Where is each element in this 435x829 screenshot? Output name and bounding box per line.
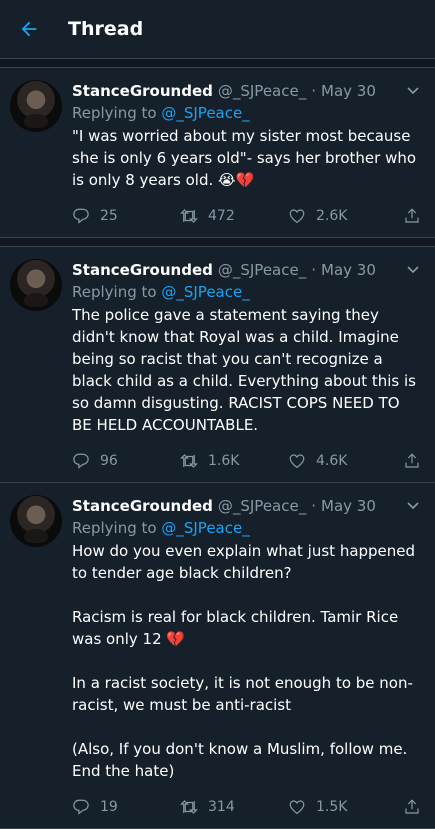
tweet[interactable]: StanceGrounded @_SJPeace_ · May 30 Reply… <box>0 483 435 829</box>
tweet-header: StanceGrounded @_SJPeace_ · May 30 <box>72 259 421 281</box>
reply-handle-link[interactable]: @_SJPeace_ <box>161 104 249 122</box>
reply-icon <box>73 799 89 815</box>
like-icon <box>289 454 305 469</box>
reply-prefix: Replying to <box>72 104 157 122</box>
thread-gap <box>0 238 435 247</box>
tweet-date[interactable]: May 30 <box>321 80 376 102</box>
author-name[interactable]: StanceGrounded <box>72 80 213 102</box>
like-icon <box>289 209 305 224</box>
avatar[interactable] <box>10 259 62 311</box>
like-count: 1.5K <box>316 799 348 815</box>
like-button[interactable]: 1.5K <box>288 798 396 816</box>
retweet-button[interactable]: 472 <box>180 207 288 225</box>
share-button[interactable] <box>401 452 421 470</box>
retweet-count: 314 <box>208 799 235 815</box>
caret-down-icon[interactable] <box>405 261 421 277</box>
tweet[interactable]: StanceGrounded @_SJPeace_ · May 30 Reply… <box>0 68 435 238</box>
reply-context: Replying to @_SJPeace_ <box>72 281 421 303</box>
tweet-date[interactable]: May 30 <box>321 495 376 517</box>
retweet-count: 472 <box>208 208 235 224</box>
reply-count: 19 <box>100 799 118 815</box>
retweet-count: 1.6K <box>208 453 240 469</box>
reply-icon <box>73 453 89 469</box>
share-icon <box>405 799 419 814</box>
retweet-button[interactable]: 314 <box>180 798 288 816</box>
reply-prefix: Replying to <box>72 283 157 301</box>
tweet-actions: 96 1.6K 4.6K <box>72 440 421 482</box>
author-handle[interactable]: @_SJPeace_ <box>218 259 306 281</box>
reply-context: Replying to @_SJPeace_ <box>72 102 421 124</box>
share-button[interactable] <box>401 798 421 816</box>
back-arrow-icon[interactable] <box>14 14 44 44</box>
like-count: 2.6K <box>316 208 348 224</box>
reply-count: 25 <box>100 208 118 224</box>
caret-down-icon[interactable] <box>405 82 421 98</box>
retweet-icon <box>180 454 198 468</box>
reply-button[interactable]: 19 <box>72 798 180 816</box>
like-button[interactable]: 2.6K <box>288 207 396 225</box>
author-name[interactable]: StanceGrounded <box>72 259 213 281</box>
reply-button[interactable]: 96 <box>72 452 180 470</box>
tweet-header: StanceGrounded @_SJPeace_ · May 30 <box>72 80 421 102</box>
tweet-actions: 25 472 2.6K <box>72 195 421 237</box>
retweet-icon <box>180 800 198 814</box>
tweet[interactable]: StanceGrounded @_SJPeace_ · May 30 Reply… <box>0 247 435 483</box>
reply-handle-link[interactable]: @_SJPeace_ <box>161 283 249 301</box>
retweet-button[interactable]: 1.6K <box>180 452 288 470</box>
avatar[interactable] <box>10 495 62 547</box>
reply-count: 96 <box>100 453 118 469</box>
tweet-text: The police gave a statement saying they … <box>72 306 421 434</box>
page-title: Thread <box>68 18 144 40</box>
tweet-text: How do you even explain what just happen… <box>72 542 416 780</box>
tweet-date[interactable]: May 30 <box>321 259 376 281</box>
retweet-icon <box>180 209 198 223</box>
tweet-text: "I was worried about my sister most beca… <box>72 127 421 189</box>
like-count: 4.6K <box>316 453 348 469</box>
reply-prefix: Replying to <box>72 519 157 537</box>
avatar[interactable] <box>10 80 62 132</box>
reply-button[interactable]: 25 <box>72 207 180 225</box>
header-gap <box>0 59 435 68</box>
tweet-actions: 19 314 1.5K <box>72 786 421 828</box>
reply-context: Replying to @_SJPeace_ <box>72 517 421 539</box>
share-icon <box>405 208 419 223</box>
like-button[interactable]: 4.6K <box>288 452 396 470</box>
share-icon <box>405 453 419 468</box>
reply-handle-link[interactable]: @_SJPeace_ <box>161 519 249 537</box>
separator-dot: · <box>311 261 316 279</box>
like-icon <box>289 800 305 815</box>
separator-dot: · <box>311 497 316 515</box>
tweet-header: StanceGrounded @_SJPeace_ · May 30 <box>72 495 421 517</box>
author-name[interactable]: StanceGrounded <box>72 495 213 517</box>
separator-dot: · <box>311 82 316 100</box>
share-button[interactable] <box>401 207 421 225</box>
caret-down-icon[interactable] <box>405 497 421 513</box>
author-handle[interactable]: @_SJPeace_ <box>218 80 306 102</box>
reply-icon <box>73 208 89 224</box>
author-handle[interactable]: @_SJPeace_ <box>218 495 306 517</box>
top-bar: Thread <box>0 0 435 59</box>
